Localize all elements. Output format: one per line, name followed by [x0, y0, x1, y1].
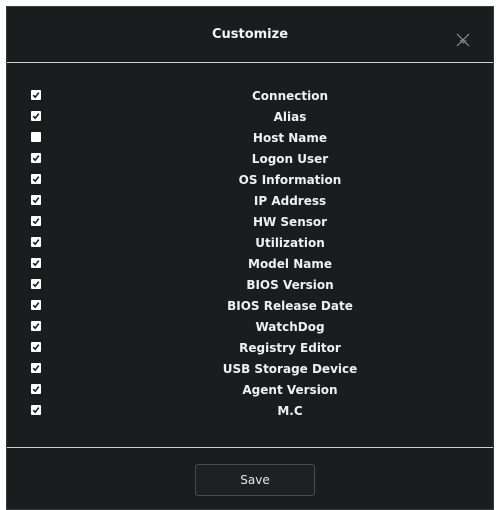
checkbox-checked[interactable]: [31, 258, 41, 268]
checkmark-icon: [32, 218, 40, 225]
column-option[interactable]: Agent Version: [7, 383, 493, 404]
close-icon[interactable]: [456, 32, 470, 47]
dialog-title: Customize: [211, 27, 289, 42]
column-option[interactable]: Registry Editor: [7, 341, 493, 362]
column-option[interactable]: WatchDog: [7, 320, 493, 341]
checkbox-checked[interactable]: [31, 216, 41, 226]
checkbox-checked[interactable]: [31, 384, 41, 394]
column-option[interactable]: IP Address: [7, 194, 493, 215]
column-option-label: Logon User: [251, 152, 329, 166]
checkmark-icon: [32, 365, 40, 372]
column-option[interactable]: Utilization: [7, 236, 493, 257]
checkmark-icon: [32, 155, 40, 162]
dialog-header: Customize: [7, 7, 493, 63]
column-option[interactable]: BIOS Release Date: [7, 299, 493, 320]
checkbox-checked[interactable]: [31, 174, 41, 184]
checkbox-unchecked[interactable]: [31, 132, 41, 142]
column-option-label: Host Name: [252, 131, 328, 145]
checkbox-checked[interactable]: [31, 279, 41, 289]
checkbox-checked[interactable]: [31, 342, 41, 352]
column-option-label: BIOS Version: [246, 278, 334, 292]
checkmark-icon: [32, 113, 40, 120]
checkbox-checked[interactable]: [31, 90, 41, 100]
checkmark-icon: [32, 176, 40, 183]
checkmark-icon: [32, 92, 40, 99]
footer-divider: [7, 447, 493, 448]
column-option[interactable]: Host Name: [7, 131, 493, 152]
column-option-label: Agent Version: [242, 383, 338, 397]
column-option-label: Connection: [251, 89, 329, 103]
checkbox-checked[interactable]: [31, 300, 41, 310]
checkmark-icon: [32, 407, 40, 414]
column-option-label: BIOS Release Date: [227, 299, 353, 313]
checkmark-icon: [32, 323, 40, 330]
column-option[interactable]: OS Information: [7, 173, 493, 194]
column-option-label: Alias: [273, 110, 307, 124]
column-option-label: Registry Editor: [239, 341, 341, 355]
checkbox-checked[interactable]: [31, 153, 41, 163]
column-option-label: WatchDog: [255, 320, 325, 334]
checkbox-checked[interactable]: [31, 111, 41, 121]
column-option[interactable]: BIOS Version: [7, 278, 493, 299]
column-option[interactable]: Logon User: [7, 152, 493, 173]
column-option-label: Utilization: [255, 236, 325, 250]
checkmark-icon: [32, 302, 40, 309]
checkmark-icon: [32, 386, 40, 393]
checkbox-checked[interactable]: [31, 237, 41, 247]
checkmark-icon: [32, 239, 40, 246]
checkmark-icon: [32, 197, 40, 204]
column-option[interactable]: HW Sensor: [7, 215, 493, 236]
column-option-label: HW Sensor: [252, 215, 328, 229]
column-option-label: USB Storage Device: [222, 362, 358, 376]
checkbox-checked[interactable]: [31, 321, 41, 331]
customize-dialog: Customize Connection Alias Host Name Logon …: [6, 6, 494, 510]
column-option-label: M.C: [277, 404, 303, 418]
column-option[interactable]: Model Name: [7, 257, 493, 278]
checkmark-icon: [32, 281, 40, 288]
checkmark-icon: [32, 260, 40, 267]
column-option[interactable]: Alias: [7, 110, 493, 131]
save-button[interactable]: Save: [195, 464, 315, 496]
column-option[interactable]: USB Storage Device: [7, 362, 493, 383]
column-option-label: Model Name: [248, 257, 332, 271]
checkmark-icon: [32, 344, 40, 351]
column-option-label: OS Information: [238, 173, 342, 187]
column-option[interactable]: Connection: [7, 89, 493, 110]
checkbox-checked[interactable]: [31, 363, 41, 373]
checkbox-checked[interactable]: [31, 195, 41, 205]
column-option[interactable]: M.C: [7, 404, 493, 425]
checkbox-checked[interactable]: [31, 405, 41, 415]
column-option-label: IP Address: [253, 194, 327, 208]
